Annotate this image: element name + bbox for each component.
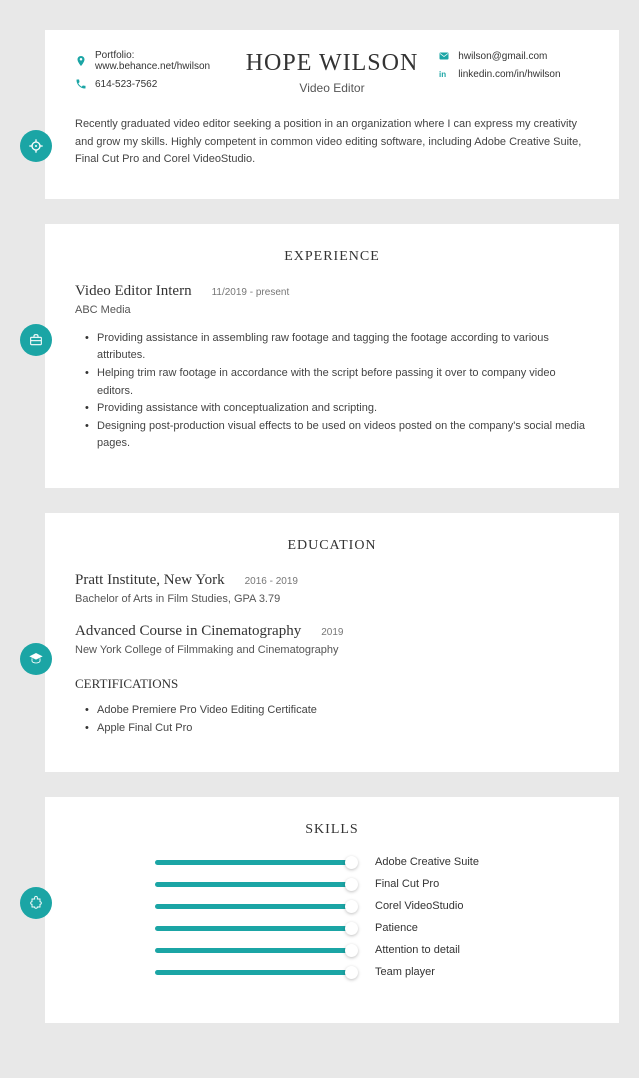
person-name: HOPE WILSON <box>246 50 419 77</box>
portfolio-item: Portfolio: www.behance.net/hwilson <box>75 50 226 72</box>
skill-bar <box>155 904 355 909</box>
job-dates: 11/2019 - present <box>212 287 290 298</box>
experience-heading: EXPERIENCE <box>75 249 589 265</box>
job-org: ABC Media <box>75 304 589 316</box>
email-text: hwilson@gmail.com <box>458 51 547 62</box>
job-bullet: Designing post-production visual effects… <box>85 418 589 453</box>
skill-row: Adobe Creative Suite <box>155 856 589 868</box>
header-row: Portfolio: www.behance.net/hwilson 614-5… <box>75 50 589 96</box>
edu-detail: New York College of Filmmaking and Cinem… <box>75 644 589 656</box>
skill-label: Adobe Creative Suite <box>375 856 479 868</box>
person-title: Video Editor <box>246 81 419 95</box>
skill-bar <box>155 948 355 953</box>
skill-label: Team player <box>375 966 435 978</box>
phone-icon <box>75 78 87 90</box>
edu-title: Advanced Course in Cinematography <box>75 623 301 640</box>
education-entry: Pratt Institute, New York 2016 - 2019 Ba… <box>75 572 589 605</box>
skill-knob <box>345 900 358 913</box>
cert-item: Adobe Premiere Pro Video Editing Certifi… <box>85 702 589 720</box>
contact-right: hwilson@gmail.com in linkedin.com/in/hwi… <box>438 50 589 86</box>
cert-item: Apple Final Cut Pro <box>85 720 589 738</box>
puzzle-icon <box>20 887 52 919</box>
skill-knob <box>345 966 358 979</box>
education-entry: Advanced Course in Cinematography 2019 N… <box>75 623 589 656</box>
skill-bar <box>155 860 355 865</box>
skill-row: Patience <box>155 922 589 934</box>
skill-knob <box>345 944 358 957</box>
name-column: HOPE WILSON Video Editor <box>236 50 429 95</box>
contact-left: Portfolio: www.behance.net/hwilson 614-5… <box>75 50 226 96</box>
skill-bar <box>155 882 355 887</box>
location-icon <box>75 55 87 67</box>
skill-row: Corel VideoStudio <box>155 900 589 912</box>
linkedin-item: in linkedin.com/in/hwilson <box>438 68 589 80</box>
skill-knob <box>345 856 358 869</box>
skill-label: Corel VideoStudio <box>375 900 463 912</box>
graduation-cap-icon <box>20 643 52 675</box>
summary-text: Recently graduated video editor seeking … <box>75 116 589 169</box>
skills-heading: SKILLS <box>75 822 589 838</box>
job-title: Video Editor Intern <box>75 283 192 300</box>
edu-title: Pratt Institute, New York <box>75 572 225 589</box>
phone-item: 614-523-7562 <box>75 78 226 90</box>
skill-row: Final Cut Pro <box>155 878 589 890</box>
job-bullet: Providing assistance in assembling raw f… <box>85 330 589 365</box>
skill-row: Attention to detail <box>155 944 589 956</box>
header-card: Portfolio: www.behance.net/hwilson 614-5… <box>45 30 619 199</box>
job-entry: Video Editor Intern 11/2019 - present AB… <box>75 283 589 453</box>
edu-dates: 2016 - 2019 <box>245 576 298 587</box>
linkedin-icon: in <box>438 68 450 80</box>
skill-knob <box>345 878 358 891</box>
edu-detail: Bachelor of Arts in Film Studies, GPA 3.… <box>75 593 589 605</box>
education-heading: EDUCATION <box>75 538 589 554</box>
portfolio-text: Portfolio: www.behance.net/hwilson <box>95 50 226 72</box>
job-bullets: Providing assistance in assembling raw f… <box>75 330 589 453</box>
skills-list: Adobe Creative Suite Final Cut Pro Corel… <box>75 856 589 978</box>
skill-bar <box>155 926 355 931</box>
phone-text: 614-523-7562 <box>95 79 157 90</box>
email-icon <box>438 50 450 62</box>
skill-knob <box>345 922 358 935</box>
job-title-row: Video Editor Intern 11/2019 - present <box>75 283 589 300</box>
cert-list: Adobe Premiere Pro Video Editing Certifi… <box>75 702 589 737</box>
skill-row: Team player <box>155 966 589 978</box>
linkedin-text: linkedin.com/in/hwilson <box>458 69 560 80</box>
skill-label: Patience <box>375 922 418 934</box>
edu-title-row: Pratt Institute, New York 2016 - 2019 <box>75 572 589 589</box>
job-bullet: Helping trim raw footage in accordance w… <box>85 365 589 400</box>
target-icon <box>20 130 52 162</box>
skill-label: Final Cut Pro <box>375 878 439 890</box>
cert-heading: CERTIFICATIONS <box>75 676 589 692</box>
skill-bar <box>155 970 355 975</box>
email-item: hwilson@gmail.com <box>438 50 589 62</box>
education-card: EDUCATION Pratt Institute, New York 2016… <box>45 513 619 772</box>
job-bullet: Providing assistance with conceptualizat… <box>85 400 589 418</box>
svg-text:in: in <box>439 70 446 79</box>
skill-label: Attention to detail <box>375 944 460 956</box>
edu-dates: 2019 <box>321 627 343 638</box>
briefcase-icon <box>20 324 52 356</box>
experience-card: EXPERIENCE Video Editor Intern 11/2019 -… <box>45 224 619 488</box>
skills-card: SKILLS Adobe Creative Suite Final Cut Pr… <box>45 797 619 1023</box>
edu-title-row: Advanced Course in Cinematography 2019 <box>75 623 589 640</box>
